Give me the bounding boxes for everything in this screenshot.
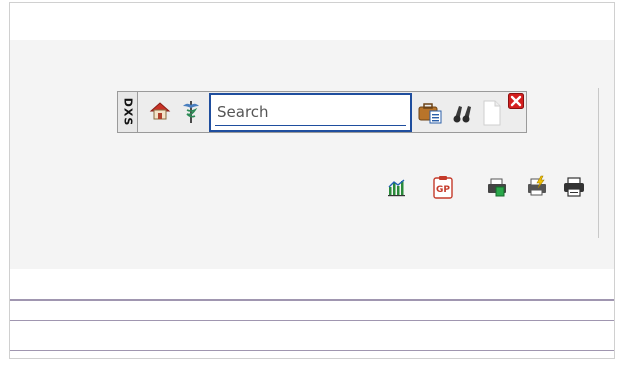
bar-chart-icon[interactable] — [387, 177, 407, 197]
printer-lightning-icon[interactable] — [526, 175, 548, 197]
blank-page-icon[interactable] — [482, 100, 502, 126]
dxs-brand-label: DXS — [121, 97, 134, 127]
caduceus-icon[interactable] — [183, 100, 199, 124]
vertical-divider — [598, 88, 599, 238]
printer-green-icon[interactable] — [487, 177, 507, 197]
search-box — [209, 93, 412, 132]
dxs-toolbar: DXS — [117, 91, 527, 133]
svg-text:GP: GP — [436, 185, 450, 195]
gp-clipboard-icon[interactable]: GP — [432, 175, 454, 199]
separator-line — [10, 350, 614, 351]
separator-line — [10, 320, 614, 321]
separator-line — [10, 299, 614, 301]
dxs-tab[interactable]: DXS — [118, 92, 138, 132]
printer-icon[interactable] — [563, 177, 585, 197]
close-icon[interactable] — [508, 93, 524, 109]
toolbar-panel — [10, 40, 614, 269]
briefcase-list-icon[interactable] — [418, 102, 442, 124]
home-icon[interactable] — [149, 100, 171, 122]
search-input[interactable] — [215, 101, 399, 123]
binoculars-icon[interactable] — [451, 103, 475, 123]
search-underline — [215, 125, 406, 126]
